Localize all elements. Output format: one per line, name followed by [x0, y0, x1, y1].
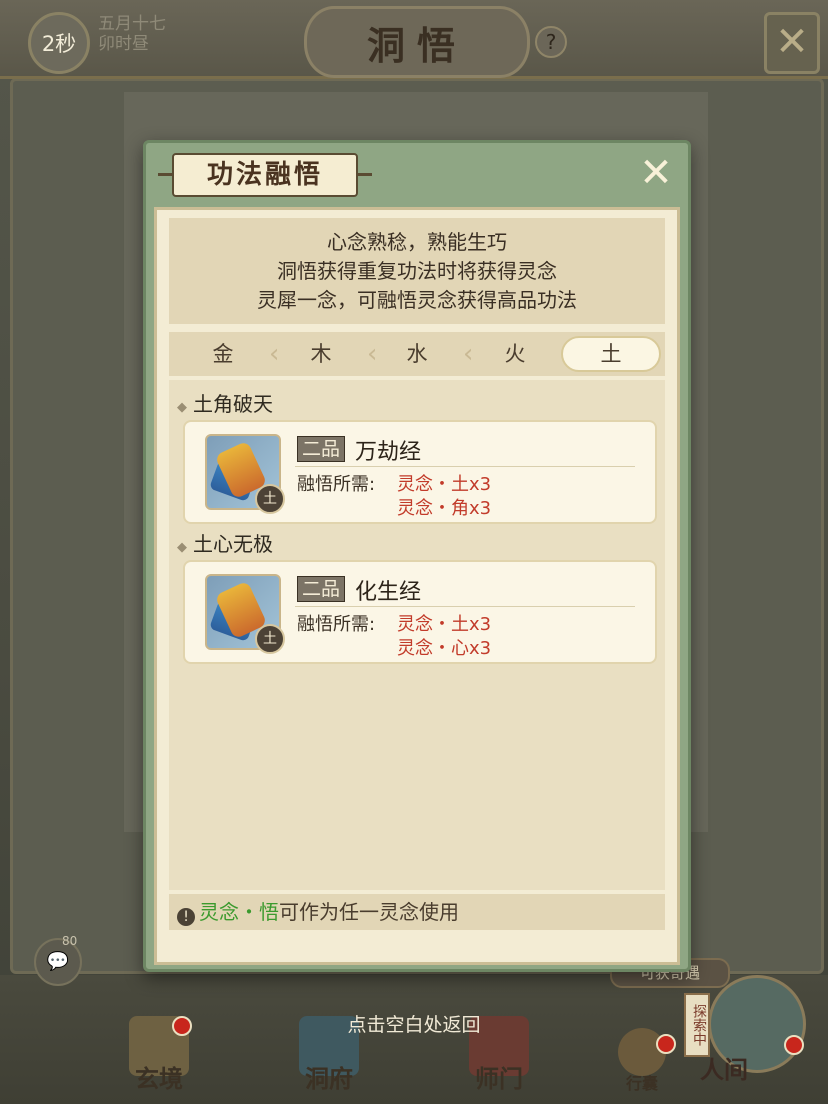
section-title: ◆ 土角破天: [177, 388, 273, 417]
grade-badge: 二品: [297, 576, 346, 602]
nav-label: 行囊: [625, 1074, 658, 1093]
tap-to-return-hint[interactable]: 点击空白处返回: [0, 1010, 828, 1037]
top-bar: 2秒 五月十七 卯时昼 洞悟 ? ✕: [0, 0, 828, 79]
modal-content: 心念熟稔，熟能生巧 洞悟获得重复功法时将获得灵念 灵犀一念，可融悟灵念获得高品功…: [154, 207, 680, 965]
section-title-text: 土心无极: [193, 532, 273, 556]
requirement-label: 融悟所需:: [297, 474, 376, 495]
requirement-2: 灵念・角x3: [397, 498, 492, 519]
divider: [295, 606, 635, 607]
footer-note: ! 灵念・悟可作为任一灵念使用: [169, 894, 665, 930]
nav-label: 洞府: [305, 1064, 353, 1093]
skill-name: 万劫经: [355, 440, 422, 465]
intro-line-2: 洞悟获得重复功法时将获得灵念: [277, 259, 557, 283]
divider: [295, 466, 635, 467]
fusion-list: ◆ 土角破天 土 二品 万劫经 融悟所需: 灵念・土x3 灵念・角x3 ◆ 土心无极: [169, 380, 665, 890]
chat-count: 80: [62, 934, 78, 948]
tab-earth[interactable]: 土: [561, 336, 661, 372]
page-title: 洞悟: [304, 6, 530, 78]
section-title: ◆ 土心无极: [177, 528, 273, 557]
modal-title: 功法融悟: [158, 153, 372, 197]
close-icon[interactable]: ✕: [764, 12, 820, 74]
date-line-2: 卯时昼: [98, 34, 149, 54]
diamond-icon: ◆: [177, 540, 187, 555]
requirement-label: 融悟所需:: [297, 614, 376, 635]
skill-scroll-icon: 土: [205, 434, 285, 514]
game-date: 五月十七 卯时昼: [98, 14, 166, 54]
date-line-1: 五月十七: [98, 14, 166, 34]
fusion-modal: 功法融悟 ✕ 心念熟稔，熟能生巧 洞悟获得重复功法时将获得灵念 灵犀一念，可融悟…: [143, 140, 691, 972]
skill-card[interactable]: 土 二品 万劫经 融悟所需: 灵念・土x3 灵念・角x3: [183, 420, 657, 524]
requirement-2: 灵念・心x3: [397, 638, 492, 659]
exclamation-icon: !: [177, 908, 195, 926]
requirement-1: 灵念・土x3: [397, 474, 492, 495]
intro-line-1: 心念熟稔，熟能生巧: [327, 230, 507, 254]
timer-badge: 2秒: [28, 12, 90, 74]
nav-label: 人间: [700, 1055, 748, 1084]
tab-wood[interactable]: 木: [273, 336, 369, 372]
question-icon[interactable]: ?: [535, 26, 567, 58]
nav-label: 师门: [475, 1064, 523, 1093]
skill-scroll-icon: 土: [205, 574, 285, 654]
skill-name: 化生经: [355, 580, 422, 605]
nav-label: 玄境: [135, 1064, 183, 1093]
element-badge: 土: [255, 624, 285, 654]
close-x-icon[interactable]: ✕: [636, 153, 676, 193]
requirement-1: 灵念・土x3: [397, 614, 492, 635]
element-tabs: 金 ‹ 木 ‹ 水 ‹ 火 土: [169, 332, 665, 376]
diamond-icon: ◆: [177, 400, 187, 415]
tab-metal[interactable]: 金: [175, 336, 271, 372]
notification-dot: [656, 1034, 676, 1054]
intro-line-3: 灵犀一念，可融悟灵念获得高品功法: [257, 288, 577, 312]
section-title-text: 土角破天: [193, 392, 273, 416]
intro-text: 心念熟稔，熟能生巧 洞悟获得重复功法时将获得灵念 灵犀一念，可融悟灵念获得高品功…: [169, 218, 665, 324]
footer-highlight: 灵念・悟: [199, 900, 279, 924]
tab-fire[interactable]: 火: [467, 336, 563, 372]
element-badge: 土: [255, 484, 285, 514]
tab-water[interactable]: 水: [369, 336, 465, 372]
footer-text: 可作为任一灵念使用: [279, 900, 459, 924]
skill-card[interactable]: 土 二品 化生经 融悟所需: 灵念・土x3 灵念・心x3: [183, 560, 657, 664]
grade-badge: 二品: [297, 436, 346, 462]
